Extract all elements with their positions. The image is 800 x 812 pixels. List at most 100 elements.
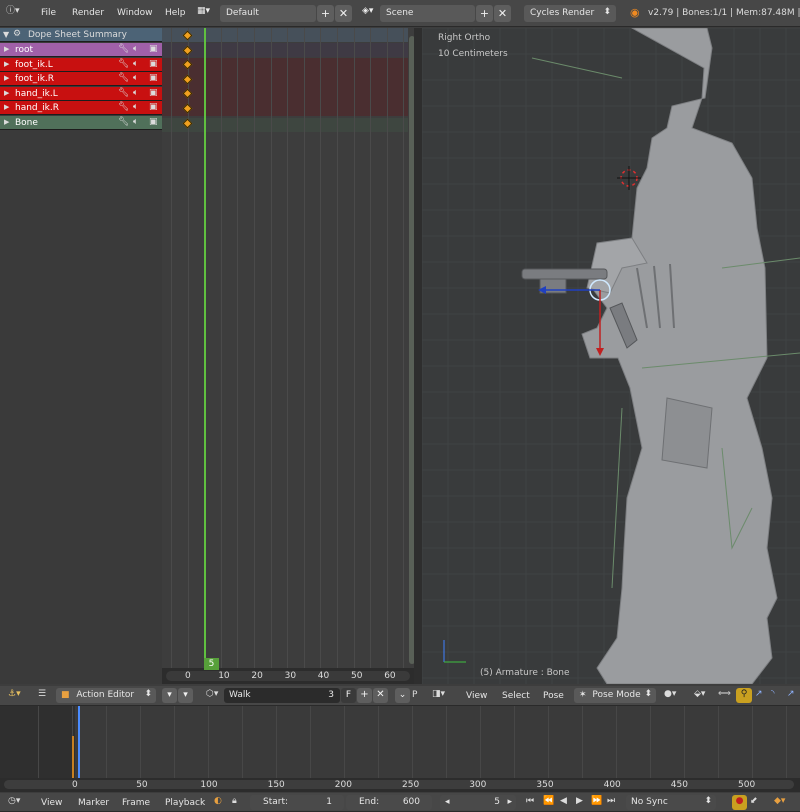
truncated-button[interactable]: P	[412, 691, 417, 700]
modifier-wrench-icon[interactable]: 🔧︎	[118, 74, 129, 83]
dopesheet-ruler[interactable]: 0 10 20 30 40 50 60 5	[162, 658, 414, 684]
info-editor-icon[interactable]: ⓘ▾	[6, 7, 24, 19]
view3d-editor-icon[interactable]: ◨▾	[432, 690, 445, 699]
channel-root[interactable]: ▶ root 🔧︎ 🔈︎ ▣	[0, 43, 162, 57]
remove-layout-button[interactable]: ✕	[335, 5, 352, 22]
translate-icon[interactable]: ↗	[755, 690, 763, 699]
tl-menu-frame[interactable]: Frame	[122, 799, 150, 808]
menu-help[interactable]: Help	[165, 9, 186, 18]
shading-icon[interactable]: ●▾	[664, 690, 676, 699]
channel-bone[interactable]: ▶ Bone 🔧︎ 🔈︎ ▣	[0, 116, 162, 130]
mute-speaker-icon[interactable]: 🔈︎	[133, 74, 138, 83]
timeline-current-frame[interactable]	[78, 706, 80, 778]
pivot-icon[interactable]: ⬙▾	[694, 690, 705, 699]
manipulator-icon[interactable]: ⟺	[718, 690, 731, 699]
menu-render[interactable]: Render	[72, 9, 104, 18]
sync-dropdown[interactable]: No Sync ⬍	[626, 795, 716, 810]
mute-speaker-icon[interactable]: 🔈︎	[133, 118, 138, 127]
scene-icon[interactable]: ◈▾	[362, 7, 373, 16]
menu-select[interactable]: Select	[502, 692, 530, 701]
lock-icon[interactable]: ▣	[149, 88, 158, 98]
unlink-action-button[interactable]: ✕	[373, 688, 388, 703]
next-key-icon[interactable]: ⏩	[591, 797, 602, 806]
record-button[interactable]: ●	[732, 795, 747, 810]
fake-user-button[interactable]: F	[341, 688, 356, 703]
menu-file[interactable]: File	[41, 9, 56, 18]
hamburger-menu-icon[interactable]: ☰	[38, 690, 46, 699]
mute-speaker-icon[interactable]: 🔈︎	[133, 45, 138, 54]
lock-icon[interactable]: ▣	[149, 74, 158, 83]
lock-icon[interactable]: 🔒︎	[232, 797, 237, 806]
mode-selector[interactable]: ✶ Pose Mode ⬍	[574, 688, 656, 703]
mute-speaker-icon[interactable]: 🔈︎	[133, 103, 138, 112]
preview-range-icon[interactable]: ◐	[214, 797, 222, 806]
menu-pose[interactable]: Pose	[543, 692, 564, 701]
modifier-wrench-icon[interactable]: 🔧︎	[118, 103, 129, 112]
layout-field[interactable]: Default	[220, 5, 316, 22]
add-layout-button[interactable]: +	[317, 5, 334, 22]
area-separator[interactable]	[414, 28, 422, 684]
modifier-wrench-icon[interactable]: 🔧︎	[118, 88, 129, 98]
prev-key-icon[interactable]: ⏪	[543, 797, 554, 806]
current-frame-line[interactable]	[204, 28, 206, 668]
mute-speaker-icon[interactable]: 🔈︎	[133, 88, 138, 98]
action-browse-icon[interactable]: ⬡▾	[206, 690, 218, 699]
play-reverse-icon[interactable]: ◀	[560, 797, 567, 806]
viewport-3d[interactable]: Right Ortho 10 Centimeters (5) Armature …	[422, 28, 800, 684]
mute-speaker-icon[interactable]: 🔈︎	[133, 59, 138, 69]
keyframe-area[interactable]	[162, 28, 408, 684]
expand-arrow-icon[interactable]: ▼	[3, 31, 9, 39]
expand-arrow-icon[interactable]: ▶	[4, 89, 9, 97]
jump-start-icon[interactable]: ⏮	[526, 797, 534, 806]
collapse-menus-icon[interactable]: ⌄	[395, 688, 410, 703]
scale-icon[interactable]: ↗	[787, 690, 795, 699]
manipulator-toggle[interactable]: ⚲	[736, 688, 752, 703]
left-arrow-icon[interactable]: ◂	[445, 797, 450, 807]
lock-icon[interactable]: ▣	[149, 45, 158, 54]
expand-arrow-icon[interactable]: ▶	[4, 75, 9, 82]
editor-type-icon[interactable]: ⚓▾	[8, 690, 21, 699]
modifier-wrench-icon[interactable]: 🔧︎	[118, 59, 129, 69]
current-frame-badge[interactable]: 5	[204, 658, 219, 670]
screen-layout-icon[interactable]: ▦▾	[197, 7, 210, 16]
channel-foot-ik-l[interactable]: ▶ foot_ik.L 🔧︎ 🔈︎ ▣	[0, 57, 162, 72]
play-icon[interactable]: ▶	[576, 797, 583, 806]
rotate-icon[interactable]: ◝	[771, 690, 775, 699]
expand-arrow-icon[interactable]: ▶	[4, 46, 9, 53]
modifier-wrench-icon[interactable]: 🔧︎	[118, 45, 129, 54]
new-action-button[interactable]: +	[357, 688, 372, 703]
start-frame-field[interactable]: Start: 1	[250, 795, 344, 810]
jump-end-icon[interactable]: ⏭	[607, 797, 615, 806]
menu-view[interactable]: View	[466, 692, 487, 701]
expand-arrow-icon[interactable]: ▶	[4, 60, 9, 68]
lock-icon[interactable]: ▣	[149, 59, 158, 69]
tl-menu-view[interactable]: View	[41, 799, 62, 808]
push-down-button[interactable]: ▾	[162, 688, 177, 703]
lock-icon[interactable]: ▣	[149, 118, 158, 127]
keying-set-icon[interactable]: ◆▾	[774, 797, 785, 806]
expand-arrow-icon[interactable]: ▶	[4, 104, 9, 111]
mode-dropdown[interactable]: ■ Action Editor ⬍	[56, 688, 156, 703]
tl-menu-playback[interactable]: Playback	[165, 799, 205, 808]
menu-window[interactable]: Window	[117, 9, 153, 18]
action-name-field[interactable]: Walk 3	[224, 688, 340, 703]
current-frame-field[interactable]: ◂ 5 ▸	[440, 795, 516, 810]
expand-arrow-icon[interactable]: ▶	[4, 119, 9, 126]
lock-icon[interactable]: ▣	[149, 103, 158, 112]
scene-field[interactable]: Scene	[380, 5, 475, 22]
keying-icon[interactable]: ⬋	[750, 797, 758, 806]
modifier-wrench-icon[interactable]: 🔧︎	[118, 118, 129, 127]
timeline-area[interactable]	[0, 706, 800, 778]
tl-menu-marker[interactable]: Marker	[78, 799, 109, 808]
timeline-ruler[interactable]: 0 50 100 150 200 250 300 350 400 450 500	[0, 778, 800, 792]
channel-hand-ik-r[interactable]: ▶ hand_ik.R 🔧︎ 🔈︎ ▣	[0, 101, 162, 116]
remove-scene-button[interactable]: ✕	[494, 5, 511, 22]
timeline-editor-icon[interactable]: ◷▾	[8, 797, 20, 806]
right-arrow-icon[interactable]: ▸	[507, 798, 512, 807]
add-scene-button[interactable]: +	[476, 5, 493, 22]
channel-summary[interactable]: ▼ ⚙ Dope Sheet Summary	[0, 28, 162, 42]
channel-hand-ik-l[interactable]: ▶ hand_ik.L 🔧︎ 🔈︎ ▣	[0, 86, 162, 101]
channel-foot-ik-r[interactable]: ▶ foot_ik.R 🔧︎ 🔈︎ ▣	[0, 72, 162, 87]
render-engine-dropdown[interactable]: Cycles Render ⬍	[524, 5, 616, 22]
end-frame-field[interactable]: End: 600	[346, 795, 432, 810]
